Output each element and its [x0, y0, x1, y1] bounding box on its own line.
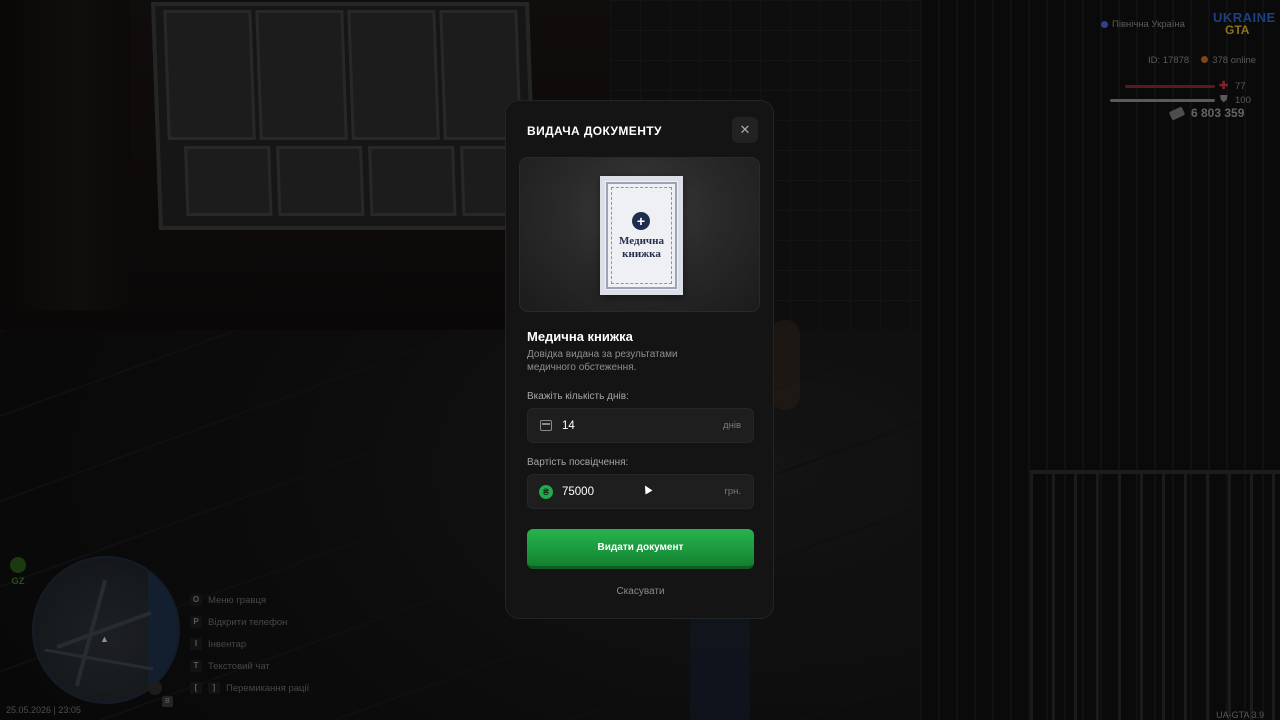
document-preview: + Медична книжка	[519, 157, 760, 312]
days-input[interactable]: 14 днів	[527, 408, 754, 443]
close-button[interactable]: ✕	[732, 117, 758, 143]
issue-document-button[interactable]: Видати документ	[527, 529, 754, 569]
close-icon: ✕	[739, 122, 751, 137]
document-image: + Медична книжка	[600, 176, 683, 295]
hryvnia-coin-icon: ₴	[539, 484, 553, 499]
document-name: Медична книжка	[527, 329, 633, 344]
days-value[interactable]: 14	[562, 420, 723, 432]
price-unit: грн.	[724, 486, 741, 497]
document-image-title: Медична книжка	[619, 235, 664, 260]
cancel-button[interactable]: Скасувати	[527, 586, 754, 597]
medical-cross-icon: +	[632, 212, 650, 230]
days-unit: днів	[723, 420, 741, 431]
price-label: Вартість посвідчення:	[527, 457, 629, 468]
calendar-icon	[539, 419, 553, 433]
price-input[interactable]: ₴ 75000 грн.	[527, 474, 754, 509]
issue-document-dialog: ВИДАЧА ДОКУМЕНТУ ✕ + Медична книжка Меди…	[505, 100, 774, 619]
document-description: Довідка видана за результатами медичного…	[527, 349, 678, 373]
days-label: Вкажіть кількість днів:	[527, 391, 629, 402]
dialog-title: ВИДАЧА ДОКУМЕНТУ	[527, 124, 662, 138]
